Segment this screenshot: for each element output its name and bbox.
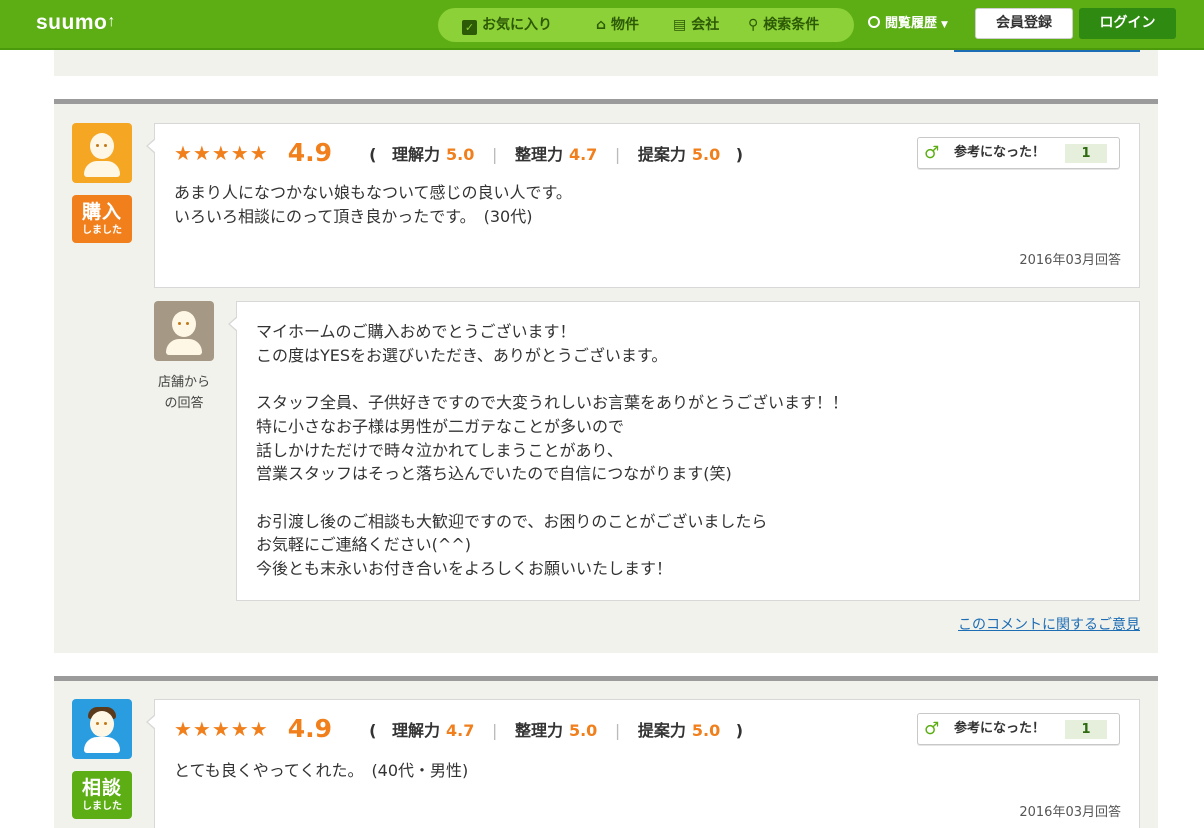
avatar-head	[90, 711, 114, 737]
nav-favorites[interactable]: ✓ お気に入り	[462, 8, 552, 42]
previous-review-band	[54, 50, 1158, 76]
main-nav: ✓ お気に入り ⌂ 物件 ▤ 会社 ⚲ 検索条件	[438, 8, 854, 42]
review-date: 2016年03月回答	[1019, 805, 1121, 820]
register-button[interactable]: 会員登録	[975, 8, 1073, 39]
avatar-head	[90, 133, 114, 159]
star-rating-icon: ★★★★★	[174, 716, 269, 741]
sub-rating-label: 提案力	[637, 144, 686, 164]
sub-ratings: ( 理解力 5.0 | 整理力 4.7 | 提案力 5.0 )	[369, 144, 744, 164]
site-header: suumo↑ ✓ お気に入り ⌂ 物件 ▤ 会社 ⚲ 検索条件 閲覧履歴 ▼ 会員登録 ロ…	[0, 0, 1204, 50]
review-date: 2016年03月回答	[1019, 253, 1121, 268]
sub-rating-label: 提案力	[637, 720, 686, 740]
helpful-count: 1	[1065, 720, 1107, 739]
building-icon: ▤	[673, 17, 687, 33]
avatar-head	[172, 311, 196, 337]
rating-row: ★★★★★ 4.9 ( 理解力 5.0 | 整理力 4.7 | 提案力 5.0 )	[174, 138, 753, 168]
thumbs-up-icon: ♂	[924, 719, 940, 739]
store-reply-card: マイホームのご購入おめでとうございます！ この度はYESをお選びいただき、ありが…	[228, 301, 1140, 601]
reviewer-avatar	[72, 123, 132, 183]
sub-rating-label: 理解力	[392, 144, 441, 164]
star-rating-icon: ★★★★★	[174, 140, 269, 165]
avatar-body	[166, 339, 202, 355]
chevron-down-icon: ▼	[941, 20, 948, 30]
house-icon: ⌂	[596, 17, 607, 33]
store-reply-caption: 店舗からの回答	[157, 375, 210, 411]
comment-feedback-link[interactable]: このコメントに関するご意見	[958, 614, 1140, 634]
helpful-button[interactable]: ♂ 参考になった！ 1	[917, 713, 1120, 745]
reviewer-avatar	[72, 699, 132, 759]
sub-rating-label: 整理力	[514, 144, 563, 164]
history-dropdown[interactable]: 閲覧履歴 ▼	[868, 0, 948, 48]
logo-arrow-icon: ↑	[107, 13, 116, 30]
overall-score: 4.9	[287, 138, 333, 167]
previous-link-underline	[954, 50, 1140, 52]
review-comment: あまり人になつかない娘もなついて感じの良い人です。 いろいろ相談にのって頂き良か…	[174, 183, 572, 226]
helpful-button[interactable]: ♂ 参考になった！ 1	[917, 137, 1120, 169]
sub-rating-label: 理解力	[392, 720, 441, 740]
consulted-badge: 相談 しました	[72, 771, 132, 819]
checkbox-icon: ✓	[462, 20, 477, 35]
store-reply-text: マイホームのご購入おめでとうございます！ この度はYESをお選びいただき、ありが…	[256, 322, 849, 579]
store-avatar	[154, 301, 214, 361]
sub-rating-value: 5.0	[568, 720, 598, 740]
sub-rating-value: 5.0	[691, 144, 721, 164]
review-card: ★★★★★ 4.9 ( 理解力 4.7 | 整理力 5.0 | 提案力 5.0 ) ♂…	[146, 699, 1140, 828]
review-comment: とても良くやってくれた。 (40代・男性)	[174, 761, 469, 780]
nav-search-conditions[interactable]: ⚲ 検索条件	[748, 8, 819, 42]
suumo-logo[interactable]: suumo↑	[36, 11, 116, 35]
avatar-body	[84, 161, 120, 177]
search-icon: ⚲	[748, 17, 759, 33]
thumbs-up-icon: ♂	[924, 143, 940, 163]
purchased-badge: 購入 しました	[72, 195, 132, 243]
avatar-body	[84, 737, 120, 753]
sub-rating-value: 5.0	[691, 720, 721, 740]
sub-rating-value: 4.7	[568, 144, 598, 164]
nav-properties[interactable]: ⌂ 物件	[596, 8, 639, 42]
sub-ratings: ( 理解力 4.7 | 整理力 5.0 | 提案力 5.0 )	[369, 720, 744, 740]
overall-score: 4.9	[287, 714, 333, 743]
login-button[interactable]: ログイン	[1079, 8, 1176, 39]
helpful-count: 1	[1065, 144, 1107, 163]
sub-rating-value: 5.0	[446, 144, 475, 164]
clock-icon	[868, 16, 880, 28]
review-card: ★★★★★ 4.9 ( 理解力 5.0 | 整理力 4.7 | 提案力 5.0 ) ♂…	[146, 123, 1140, 288]
nav-companies[interactable]: ▤ 会社	[673, 8, 719, 42]
sub-rating-value: 4.7	[446, 720, 475, 740]
sub-rating-label: 整理力	[514, 720, 563, 740]
rating-row: ★★★★★ 4.9 ( 理解力 4.7 | 整理力 5.0 | 提案力 5.0 )	[174, 714, 753, 744]
